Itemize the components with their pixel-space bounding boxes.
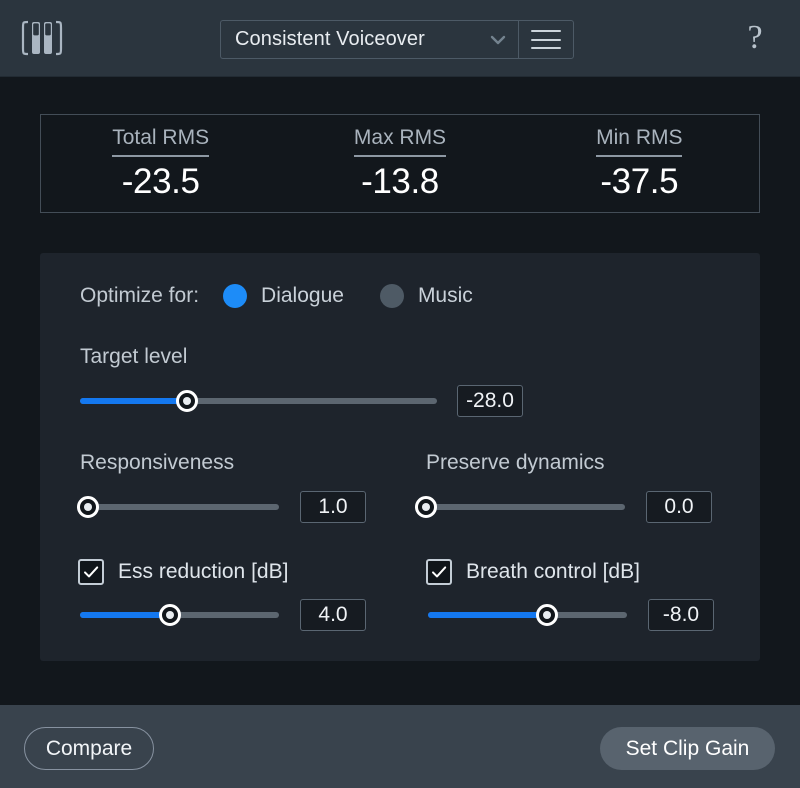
responsiveness-value[interactable]: 1.0: [300, 491, 366, 523]
question-mark-icon: ?: [747, 19, 763, 56]
stat-value: -37.5: [600, 161, 679, 201]
slider-knob[interactable]: [158, 604, 181, 626]
izotope-rx-logo-icon: [20, 14, 64, 62]
breath-control-checkbox[interactable]: [426, 559, 452, 585]
checkmark-icon: [84, 566, 99, 578]
responsiveness-slider[interactable]: [76, 496, 279, 518]
checkbox-label: Breath control [dB]: [466, 560, 640, 583]
plugin-window: Consistent Voiceover ? Total RMS -23.5 M…: [0, 0, 800, 788]
chevron-down-icon: [490, 32, 506, 48]
control-label: Preserve dynamics: [426, 451, 605, 474]
control-label: Responsiveness: [80, 451, 235, 474]
radio-label: Dialogue: [261, 284, 344, 307]
target-level-value[interactable]: -28.0: [457, 385, 523, 417]
radio-option-music[interactable]: Music: [379, 284, 473, 308]
breath-control-value[interactable]: -8.0: [648, 599, 714, 631]
slider-track: [80, 504, 279, 510]
ess-reduction-value[interactable]: 4.0: [300, 599, 366, 631]
preset-dropdown[interactable]: Consistent Voiceover: [220, 20, 518, 59]
main-content: Total RMS -23.5 Max RMS -13.8 Min RMS -3…: [0, 77, 800, 705]
stat-value: -23.5: [121, 161, 200, 201]
preset-name-label: Consistent Voiceover: [235, 28, 425, 50]
stat-total-rms: Total RMS -23.5: [41, 115, 280, 212]
checkmark-icon: [432, 566, 447, 578]
optimize-for-row: Optimize for: Dialogue Music: [80, 284, 509, 308]
breath-control-slider[interactable]: [428, 604, 627, 626]
footer-bar: Compare Set Clip Gain: [0, 705, 800, 788]
preset-selector-group: Consistent Voiceover: [220, 20, 574, 59]
compare-button[interactable]: Compare: [24, 727, 154, 770]
rms-stats-panel: Total RMS -23.5 Max RMS -13.8 Min RMS -3…: [40, 114, 760, 213]
hamburger-menu-button[interactable]: [518, 20, 574, 59]
stat-max-rms: Max RMS -13.8: [280, 115, 519, 212]
slider-fill: [80, 398, 188, 404]
target-level-slider[interactable]: [80, 390, 437, 412]
radio-dot-icon: [379, 284, 404, 308]
preserve-dynamics-value[interactable]: 0.0: [646, 491, 712, 523]
breath-control-checkbox-row[interactable]: Breath control [dB]: [426, 559, 714, 585]
slider-fill: [80, 612, 170, 618]
header-bar: Consistent Voiceover ?: [0, 0, 800, 77]
slider-knob[interactable]: [76, 496, 99, 518]
checkbox-label: Ess reduction [dB]: [118, 560, 289, 583]
ess-reduction-slider[interactable]: [80, 604, 279, 626]
slider-track: [426, 504, 625, 510]
radio-option-dialogue[interactable]: Dialogue: [223, 284, 344, 308]
slider-knob[interactable]: [415, 496, 437, 518]
slider-knob[interactable]: [176, 390, 199, 412]
ess-reduction-checkbox-row[interactable]: Ess reduction [dB]: [78, 559, 366, 585]
stat-min-rms: Min RMS -37.5: [520, 115, 759, 212]
control-preserve-dynamics: Preserve dynamics 0.0: [415, 451, 712, 523]
help-button[interactable]: ?: [740, 20, 770, 56]
control-target-level: Target level -28.0: [80, 345, 523, 417]
stat-label: Min RMS: [596, 126, 683, 157]
control-label: Target level: [80, 345, 188, 368]
control-ess-reduction: Ess reduction [dB] 4.0: [78, 559, 366, 631]
radio-label: Music: [417, 284, 473, 307]
slider-fill: [428, 612, 548, 618]
settings-panel: Optimize for: Dialogue Music Target leve…: [40, 253, 760, 661]
control-responsiveness: Responsiveness 1.0: [76, 451, 366, 523]
set-clip-gain-button[interactable]: Set Clip Gain: [600, 727, 775, 770]
hamburger-menu-icon: [531, 30, 561, 49]
control-breath-control: Breath control [dB] -8.0: [426, 559, 714, 631]
stat-label: Max RMS: [353, 126, 447, 157]
stat-label: Total RMS: [112, 126, 210, 157]
optimize-for-label: Optimize for:: [80, 284, 200, 307]
radio-dot-icon: [223, 284, 248, 308]
slider-knob[interactable]: [536, 604, 559, 626]
stat-value: -13.8: [361, 161, 439, 201]
ess-reduction-checkbox[interactable]: [78, 559, 104, 585]
preserve-dynamics-slider[interactable]: [415, 496, 625, 518]
